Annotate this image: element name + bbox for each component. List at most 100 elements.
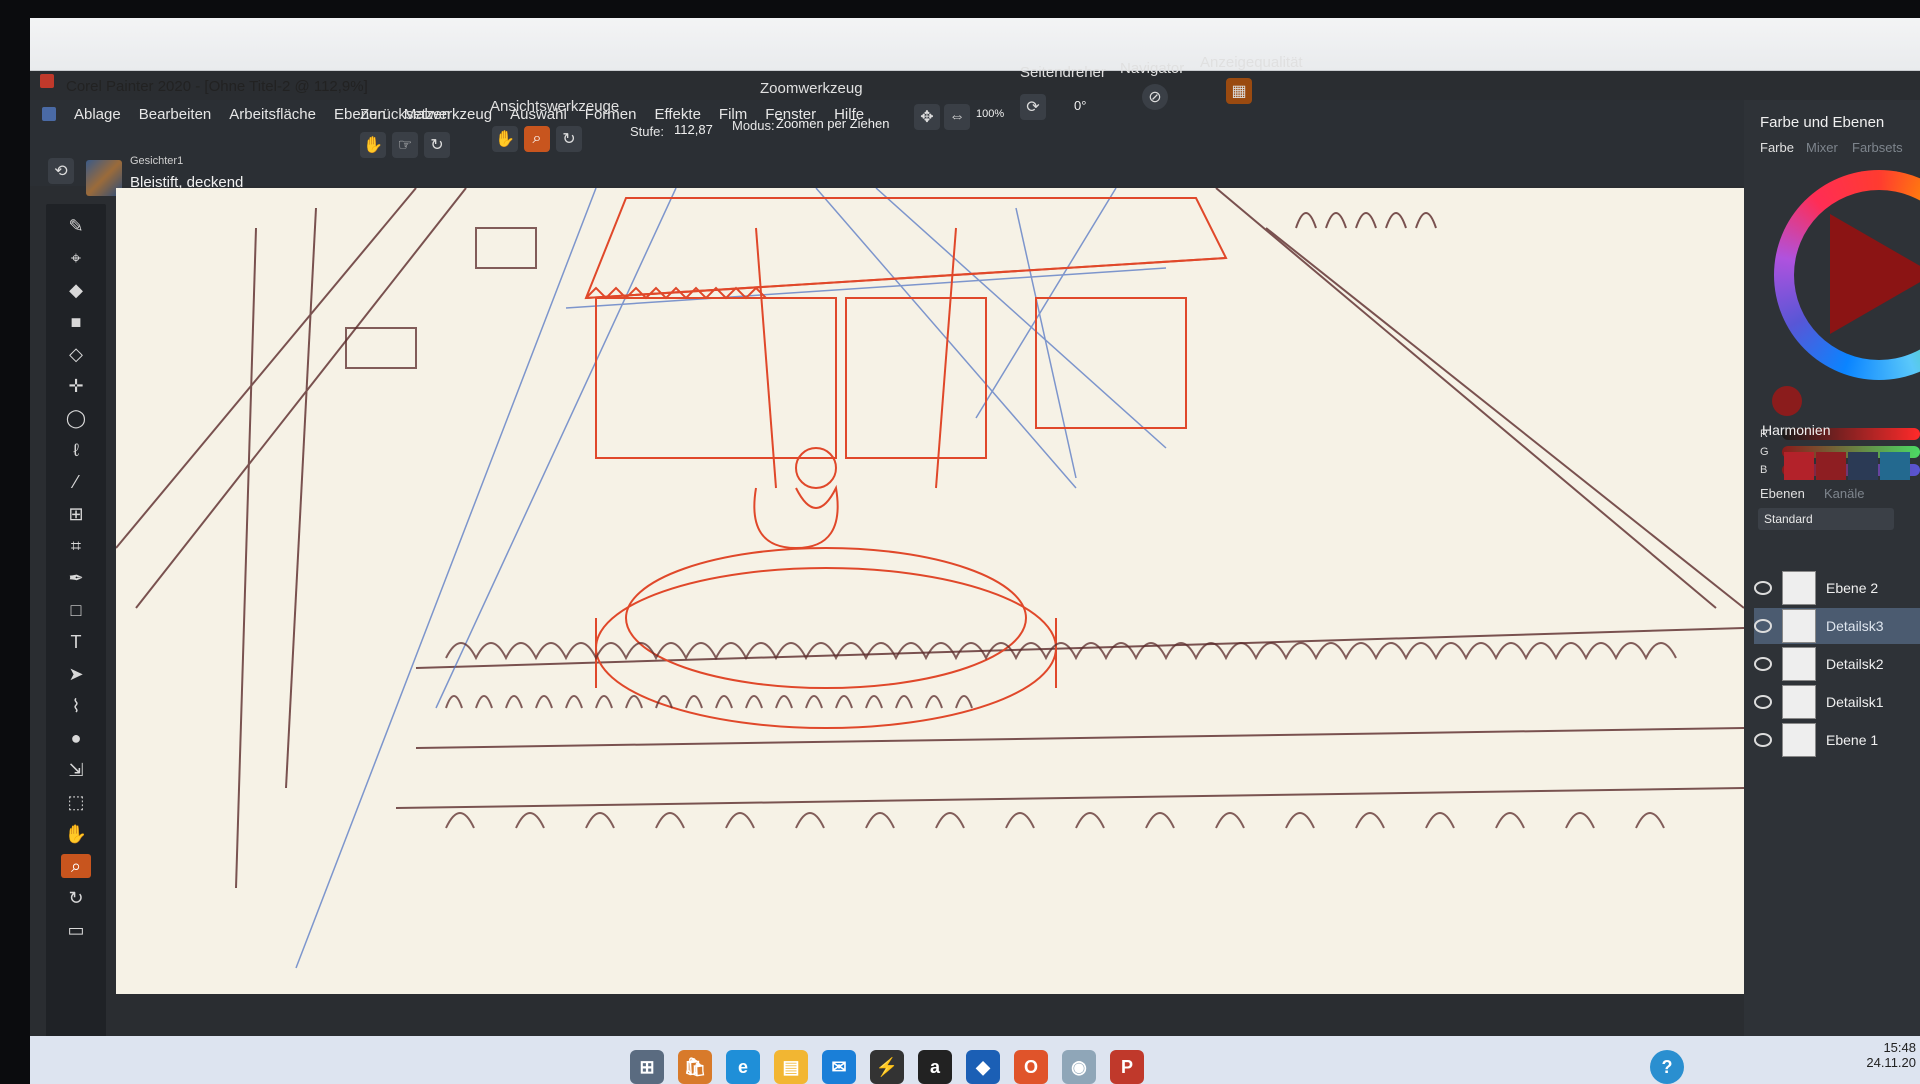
lasso-tool-icon[interactable]: ℓ: [61, 438, 91, 462]
harmony-swatch[interactable]: [1880, 452, 1910, 480]
task-view-icon[interactable]: ⊞: [630, 1050, 664, 1084]
color-and-layers-panel: Farbe und Ebenen Farbe Mixer Farbsets R …: [1744, 100, 1920, 1040]
smudge-tool-icon[interactable]: ⌇: [61, 694, 91, 718]
tab-mixer[interactable]: Mixer: [1806, 140, 1838, 155]
tab-color[interactable]: Farbe: [1760, 140, 1794, 155]
hand-tool-icon[interactable]: ✋: [492, 126, 518, 152]
view-tools-label: Ansichtswerkzeuge: [490, 98, 620, 115]
mode-label: Modus:: [732, 118, 775, 133]
rotation-angle-dropdown[interactable]: 0°: [1074, 98, 1086, 113]
compass-icon[interactable]: ⊘: [1142, 84, 1168, 110]
brush-selector-icon[interactable]: ⟲: [48, 158, 74, 184]
zoom-tool-icon[interactable]: ⌕: [524, 126, 550, 152]
grabber-tool-icon[interactable]: ✋: [61, 822, 91, 846]
reset-rotate-icon[interactable]: ↻: [424, 132, 450, 158]
dodge-tool-icon[interactable]: ●: [61, 726, 91, 750]
current-color-swatch[interactable]: [1772, 386, 1802, 416]
edge-browser-icon[interactable]: e: [726, 1050, 760, 1084]
office-icon[interactable]: O: [1014, 1050, 1048, 1084]
file-explorer-icon[interactable]: ▤: [774, 1050, 808, 1084]
winamp-icon[interactable]: ⚡: [870, 1050, 904, 1084]
harmonies-header[interactable]: Harmonien: [1762, 422, 1830, 438]
painter-taskbar-icon[interactable]: P: [1110, 1050, 1144, 1084]
reset-hand-icon[interactable]: ✋: [360, 132, 386, 158]
drawing-canvas[interactable]: [116, 188, 1744, 994]
layer-row[interactable]: Ebene 2: [1754, 570, 1920, 606]
harmony-swatch[interactable]: [1784, 452, 1814, 480]
page-rotator-label: Seitendreher: [1020, 64, 1106, 81]
app-circle-icon[interactable]: ◉: [1062, 1050, 1096, 1084]
shape-tool-icon[interactable]: □: [61, 598, 91, 622]
level-value[interactable]: 112,87: [674, 122, 713, 137]
menu-bearbeiten[interactable]: Bearbeiten: [139, 106, 212, 123]
rotate-page-tool-icon[interactable]: ↻: [61, 886, 91, 910]
eye-icon[interactable]: [1754, 619, 1772, 633]
level-label: Stufe:: [630, 124, 664, 139]
eraser-tool-icon[interactable]: ◇: [61, 342, 91, 366]
dropper-tool-icon[interactable]: ⌖: [61, 246, 91, 270]
layer-row-selected[interactable]: Detailsk3: [1754, 608, 1920, 644]
screen-mode-icon[interactable]: ▭: [61, 918, 91, 942]
transform-tool-icon[interactable]: ⊞: [61, 502, 91, 526]
brush-tool-icon[interactable]: ✎: [61, 214, 91, 238]
eye-icon[interactable]: [1754, 695, 1772, 709]
eye-icon[interactable]: [1754, 733, 1772, 747]
magnifier-tool-icon[interactable]: ⌕: [61, 854, 91, 878]
rectangle-fill-icon[interactable]: ■: [61, 310, 91, 334]
eye-icon[interactable]: [1754, 657, 1772, 671]
zoom-100-button[interactable]: 100%: [976, 108, 1004, 120]
menu-arbeitsflaeche[interactable]: Arbeitsfläche: [229, 106, 316, 123]
menu-bar: Ablage Bearbeiten Arbeitsfläche Ebenen M…: [30, 100, 1920, 128]
eye-icon[interactable]: [1754, 581, 1772, 595]
sketch-drawing: [116, 188, 1744, 969]
layer-row[interactable]: Detailsk1: [1754, 684, 1920, 720]
tab-channels[interactable]: Kanäle: [1824, 486, 1864, 501]
store-icon[interactable]: 🛍: [678, 1050, 712, 1084]
oval-selection-icon[interactable]: ◯: [61, 406, 91, 430]
fit-to-screen-icon[interactable]: ✥: [914, 104, 940, 130]
layer-name: Ebene 1: [1826, 732, 1879, 748]
property-bar: [30, 128, 1920, 186]
paint-bucket-icon[interactable]: ◆: [61, 278, 91, 302]
text-tool-icon[interactable]: T: [61, 630, 91, 654]
pan-arrows-icon[interactable]: ⇔: [944, 104, 970, 130]
taskbar: ⊞ 🛍 e ▤ ✉ ⚡ a ◆ O ◉ P ? 15:48 24.11.20: [30, 1036, 1920, 1084]
menu-ablage[interactable]: Ablage: [74, 106, 121, 123]
tab-layers[interactable]: Ebenen: [1760, 486, 1805, 501]
harmony-swatch[interactable]: [1848, 452, 1878, 480]
blue-label: B: [1760, 464, 1768, 476]
green-label: G: [1760, 446, 1769, 458]
selection-arrow-icon[interactable]: ➤: [61, 662, 91, 686]
layer-row[interactable]: Ebene 1: [1754, 722, 1920, 758]
reset-rotation-icon[interactable]: ⟳: [1020, 94, 1046, 120]
corel-painter-logo-icon: [40, 74, 54, 88]
layer-thumbnail: [1782, 647, 1816, 681]
display-quality-label: Anzeigequalität: [1200, 54, 1303, 71]
mirror-tool-icon[interactable]: ⇲: [61, 758, 91, 782]
rotate-page-icon[interactable]: ↻: [556, 126, 582, 152]
composite-method-dropdown[interactable]: Standard: [1758, 508, 1894, 530]
layer-adjuster-icon[interactable]: ✛: [61, 374, 91, 398]
layer-thumbnail: [1782, 571, 1816, 605]
mode-dropdown[interactable]: Zoomen per Ziehen: [776, 116, 889, 131]
menu-effekte[interactable]: Effekte: [654, 106, 700, 123]
amazon-icon[interactable]: a: [918, 1050, 952, 1084]
dropbox-icon[interactable]: ◆: [966, 1050, 1000, 1084]
color-triangle[interactable]: [1830, 214, 1920, 334]
perspective-tool-icon[interactable]: ⬚: [61, 790, 91, 814]
magic-wand-icon[interactable]: ⁄: [61, 470, 91, 494]
layer-row[interactable]: Detailsk2: [1754, 646, 1920, 682]
mail-icon[interactable]: ✉: [822, 1050, 856, 1084]
tab-color-sets[interactable]: Farbsets: [1852, 140, 1903, 155]
color-wheel[interactable]: [1774, 170, 1920, 380]
tray-clock[interactable]: 15:48 24.11.20: [1866, 1040, 1916, 1070]
help-tray-icon[interactable]: ?: [1650, 1050, 1684, 1084]
crop-tool-icon[interactable]: ⌗: [61, 534, 91, 558]
pen-tool-icon[interactable]: ✒: [61, 566, 91, 590]
screen: Corel Painter 2020 - [Ohne Titel-2 @ 112…: [30, 18, 1920, 1084]
navigator-label: Navigator: [1120, 60, 1185, 77]
reset-pan-icon[interactable]: ☞: [392, 132, 418, 158]
document-icon[interactable]: [42, 107, 56, 121]
harmony-swatch[interactable]: [1816, 452, 1846, 480]
quality-icon[interactable]: ▦: [1226, 78, 1252, 104]
